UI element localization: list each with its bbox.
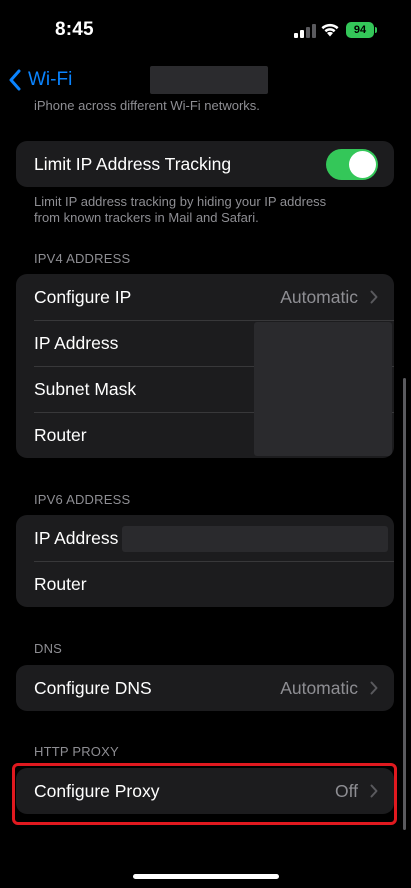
configure-proxy-label: Configure Proxy (34, 780, 160, 801)
chevron-right-icon (370, 784, 378, 798)
configure-ip-value: Automatic (280, 286, 358, 307)
limit-ip-tracking-footnote: Limit IP address tracking by hiding your… (34, 194, 379, 226)
configure-proxy-value: Off (334, 780, 358, 801)
configure-dns-value: Automatic (280, 677, 358, 698)
private-address-footnote: iPhone across different Wi-Fi networks. (34, 98, 260, 113)
ipv6-group: IP Address Router (16, 515, 394, 607)
toggle-knob (349, 150, 376, 178)
limit-ip-tracking-label: Limit IP Address Tracking (34, 153, 232, 174)
http-proxy-group: Configure Proxy Off (16, 768, 394, 814)
subnet-mask-label: Subnet Mask (34, 378, 137, 399)
configure-dns-row[interactable]: Configure DNS Automatic (16, 665, 394, 711)
dns-group: Configure DNS Automatic (16, 665, 394, 711)
back-button-label: Wi-Fi (28, 69, 73, 90)
configure-dns-label: Configure DNS (34, 677, 152, 698)
ipv6-router-label: Router (34, 573, 87, 594)
ipv6-router-row: Router (16, 561, 394, 607)
limit-ip-footnote-line2: from known trackers in Mail and Safari. (34, 210, 259, 225)
ipv6-ip-address-label: IP Address (34, 527, 119, 548)
chevron-left-icon (9, 69, 21, 91)
status-time: 8:45 (55, 19, 94, 40)
limit-ip-footnote-line1: Limit IP address tracking by hiding your… (34, 194, 327, 209)
cellular-signal-icon (294, 24, 316, 38)
battery-tip (375, 27, 377, 33)
chevron-right-icon (370, 290, 378, 304)
configure-proxy-row[interactable]: Configure Proxy Off (16, 768, 394, 814)
ipv4-ip-address-label: IP Address (34, 332, 119, 353)
scroll-indicator (403, 378, 406, 830)
battery-icon: 94 (346, 22, 374, 38)
limit-ip-tracking-row: Limit IP Address Tracking (16, 141, 394, 187)
limit-ip-tracking-group: Limit IP Address Tracking (16, 141, 394, 187)
ipv4-section-header: IPV4 ADDRESS (34, 251, 131, 266)
settings-list[interactable]: iPhone across different Wi-Fi networks. … (0, 98, 411, 888)
navigation-bar: Wi-Fi (0, 62, 411, 98)
configure-ip-row[interactable]: Configure IP Automatic (16, 274, 394, 320)
home-indicator[interactable] (133, 874, 279, 879)
network-name-redacted (150, 66, 268, 94)
ipv6-address-redacted (122, 526, 388, 552)
limit-ip-tracking-toggle[interactable] (326, 148, 378, 180)
ipv4-router-label: Router (34, 424, 87, 445)
dns-section-header: DNS (34, 641, 63, 656)
configure-ip-label: Configure IP (34, 286, 132, 307)
ipv6-section-header: IPV6 ADDRESS (34, 492, 131, 507)
http-proxy-section-header: HTTP PROXY (34, 744, 119, 759)
status-bar: 8:45 94 (0, 0, 411, 60)
wifi-icon (321, 23, 339, 37)
ipv4-group: Configure IP Automatic IP Address Subnet… (16, 274, 394, 458)
chevron-right-icon (370, 681, 378, 695)
back-button[interactable]: Wi-Fi (8, 66, 72, 94)
ipv4-values-redacted (254, 322, 392, 456)
